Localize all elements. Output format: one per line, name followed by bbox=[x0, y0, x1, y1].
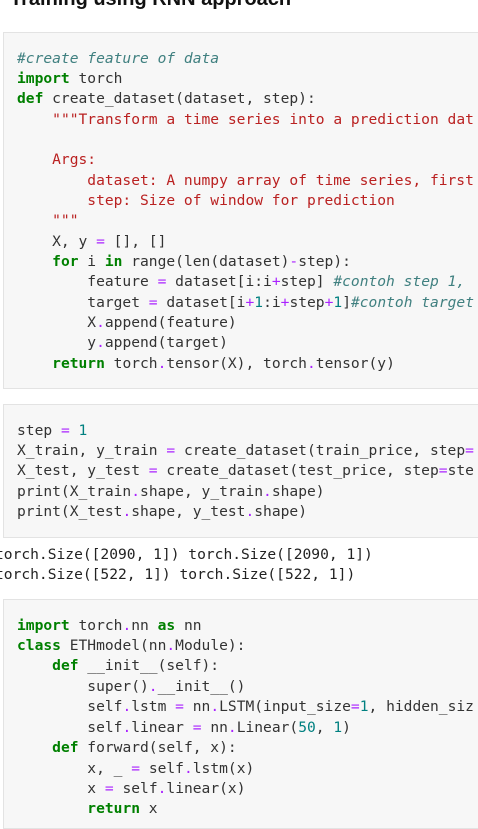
code-line: X, y = [], [] bbox=[17, 233, 167, 250]
code-line: for i in range(len(dataset)-step): bbox=[52, 253, 351, 270]
code-line: Args: bbox=[17, 151, 97, 168]
code-line: super().__init__() bbox=[17, 678, 246, 695]
section-heading: Training using RNN approach bbox=[10, 0, 291, 11]
code-cell-model-definition[interactable]: import torch.nn as nn class ETHmodel(nn.… bbox=[3, 599, 478, 829]
code-line: self.linear = nn.Linear(50, 1) bbox=[17, 719, 351, 736]
code-line: y.append(target) bbox=[17, 334, 228, 351]
code-line: #create feature of data bbox=[17, 50, 220, 67]
code-line: print(X_test.shape, y_test.shape) bbox=[17, 503, 307, 520]
code-line: target = dataset[i+1:i+step+1]#contoh ta… bbox=[17, 294, 474, 311]
code-line: def forward(self, x): bbox=[52, 739, 237, 756]
code-cell-create-splits[interactable]: step = 1 X_train, y_train = create_datas… bbox=[3, 404, 478, 538]
code-line: x = self.linear(x) bbox=[17, 780, 246, 797]
code-line: X_train, y_train = create_dataset(train_… bbox=[17, 442, 474, 459]
code-line: return torch.tensor(X), torch.tensor(y) bbox=[52, 355, 395, 372]
code-line: X.append(feature) bbox=[17, 314, 237, 331]
code-cell-create-dataset[interactable]: #create feature of data import torch def… bbox=[3, 32, 478, 389]
output-line: torch.Size([522, 1]) torch.Size([522, 1]… bbox=[0, 566, 356, 583]
code-line: step: Size of window for prediction bbox=[17, 192, 395, 209]
code-line: def create_dataset(dataset, step): bbox=[17, 90, 316, 107]
code-line: """Transform a time series into a predic… bbox=[52, 111, 474, 128]
code-line: import torch.nn as nn bbox=[17, 617, 202, 634]
code-line: X_test, y_test = create_dataset(test_pri… bbox=[17, 462, 474, 479]
code-line: def __init__(self): bbox=[52, 657, 220, 674]
code-line: import torch bbox=[17, 70, 123, 87]
code-line: """ bbox=[17, 212, 79, 229]
code-line: self.lstm = nn.LSTM(input_size=1, hidden… bbox=[17, 698, 474, 715]
output-line: torch.Size([2090, 1]) torch.Size([2090, … bbox=[0, 546, 373, 563]
code-line: class ETHmodel(nn.Module): bbox=[17, 637, 246, 654]
code-line: dataset: A numpy array of time series, f… bbox=[17, 172, 474, 189]
code-line: feature = dataset[i:i+step] #contoh step… bbox=[17, 273, 466, 290]
code-line: x, _ = self.lstm(x) bbox=[17, 760, 255, 777]
code-line: step = 1 bbox=[17, 422, 88, 439]
code-line: return x bbox=[87, 800, 158, 817]
code-line: print(X_train.shape, y_train.shape) bbox=[17, 483, 325, 500]
